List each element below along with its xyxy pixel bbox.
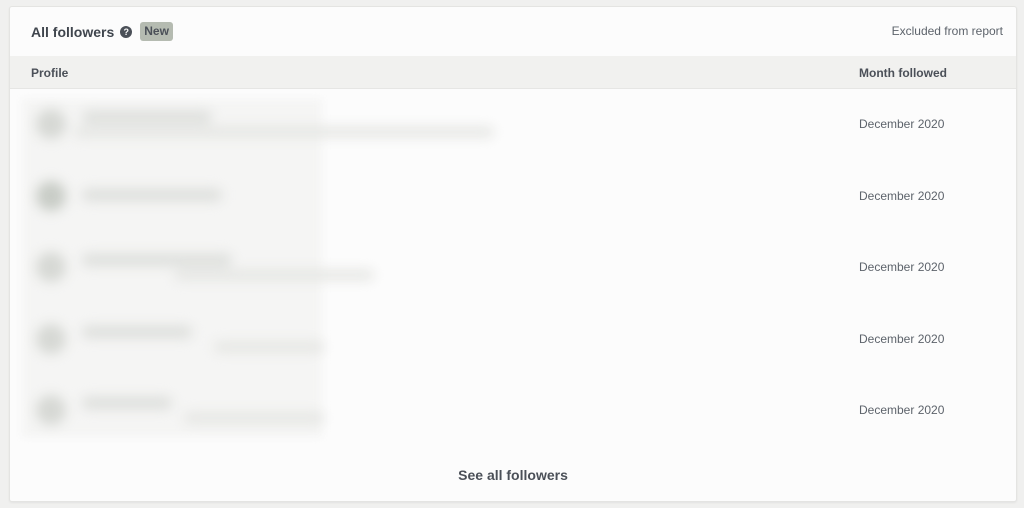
- month-followed: December 2020: [859, 331, 945, 346]
- card-title-text: All followers: [31, 23, 115, 40]
- table-row[interactable]: December 2020: [10, 161, 1016, 233]
- see-all-followers-link[interactable]: See all followers: [10, 467, 1016, 483]
- excluded-from-report-label: Excluded from report: [891, 24, 1003, 38]
- new-badge: New: [140, 22, 173, 41]
- avatar: [36, 395, 66, 425]
- month-followed: December 2020: [859, 117, 945, 131]
- followers-list: December 2020 December 2020 December 202…: [10, 89, 1016, 447]
- question-circle-icon[interactable]: ?: [120, 25, 133, 38]
- table-row[interactable]: December 2020: [10, 232, 1016, 304]
- card-title: All followers ? New: [31, 22, 173, 41]
- avatar: [36, 252, 66, 282]
- avatar: [36, 323, 66, 354]
- column-header-month-followed[interactable]: Month followed: [859, 66, 947, 80]
- avatar: [36, 180, 66, 211]
- table-row[interactable]: December 2020: [10, 375, 1016, 447]
- month-followed: December 2020: [859, 188, 945, 203]
- card-header: All followers ? New Excluded from report: [10, 7, 1016, 55]
- blurred-profile: [24, 312, 504, 368]
- blurred-profile: [24, 169, 504, 225]
- blurred-profile: [24, 240, 504, 296]
- avatar: [36, 109, 66, 139]
- blurred-profile: [24, 97, 504, 153]
- month-followed: December 2020: [859, 403, 945, 417]
- table-header: Profile Month followed: [10, 56, 1016, 89]
- followers-card: All followers ? New Excluded from report…: [9, 6, 1017, 502]
- month-followed: December 2020: [859, 260, 945, 274]
- table-row[interactable]: December 2020: [10, 304, 1016, 376]
- table-row[interactable]: December 2020: [10, 89, 1016, 161]
- blurred-profile: [24, 383, 504, 439]
- column-header-profile: Profile: [31, 66, 69, 80]
